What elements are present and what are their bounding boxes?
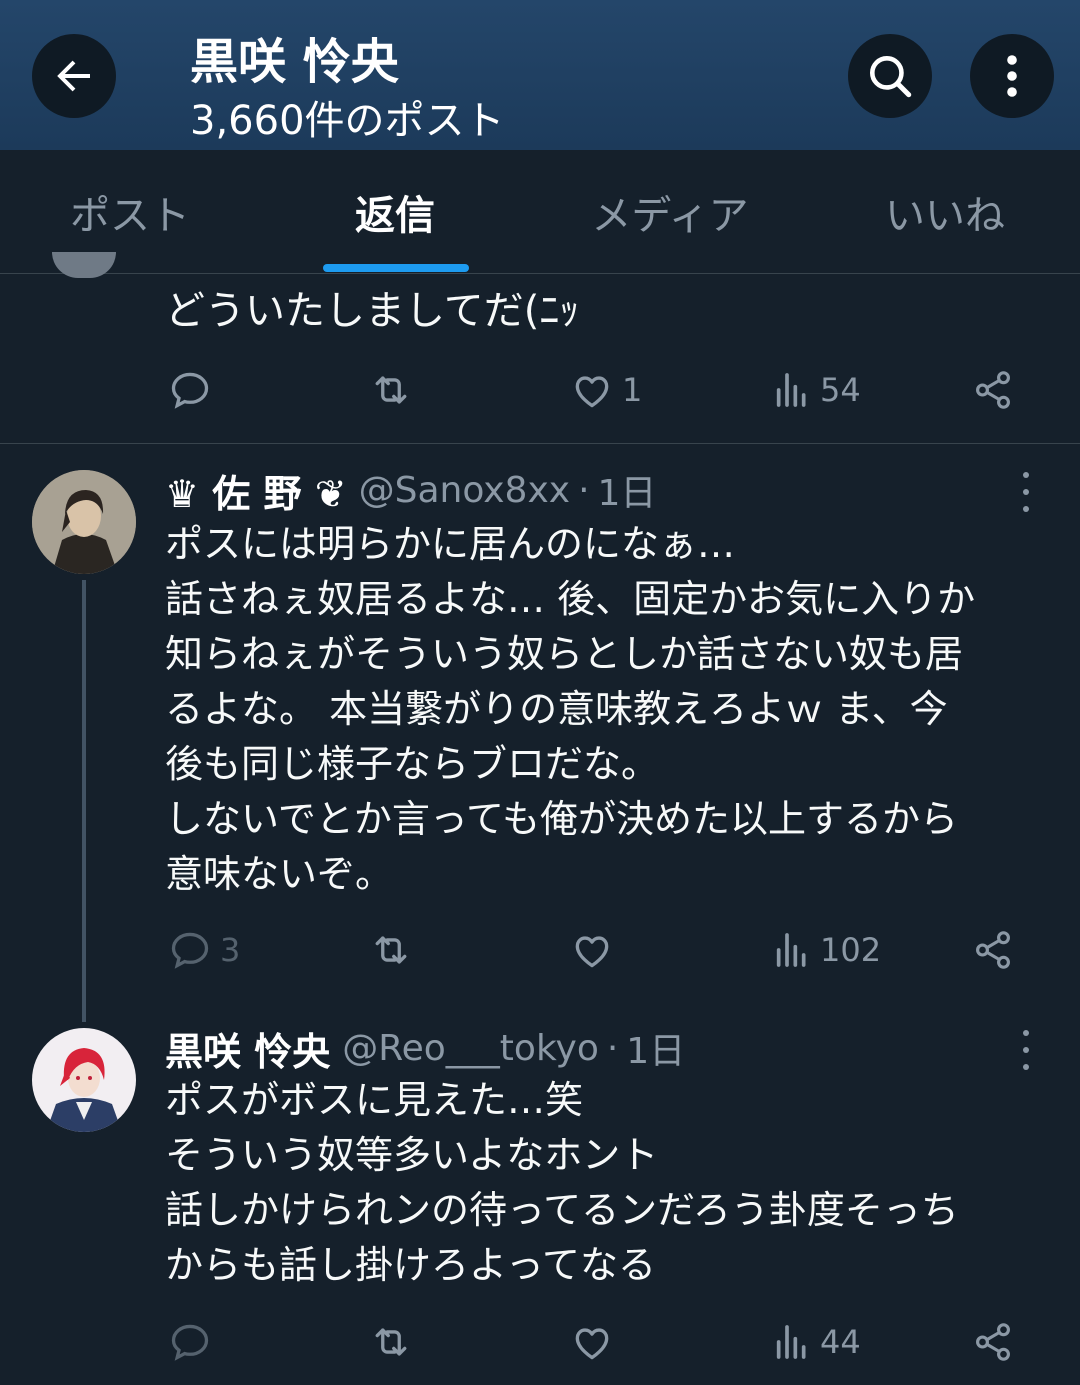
like-icon <box>575 936 609 968</box>
reply-button[interactable] <box>168 360 220 420</box>
like-icon <box>575 376 609 408</box>
view-count: 54 <box>820 371 861 409</box>
view-count: 102 <box>820 931 882 969</box>
like-button[interactable] <box>570 1312 622 1372</box>
profile-header: 黒咲 怜央 3,660件のポスト <box>0 0 1080 150</box>
repost-icon <box>375 376 407 404</box>
text-line: からも話し掛けろよってなる <box>165 1243 656 1287</box>
display-name[interactable]: 黒咲 怜央 <box>165 1021 330 1076</box>
separator: · <box>578 469 590 511</box>
text-line: 後も同じ様子ならブロだな。 <box>165 742 660 786</box>
post-text: どういたしましてだ(ﾆｯ <box>165 288 580 334</box>
post-header: ♛ 佐 野 ❦ @Sanox8xx · 1日 <box>165 463 657 518</box>
share-button[interactable] <box>972 360 1014 420</box>
repost-button[interactable] <box>368 920 414 980</box>
post-count: 3,660件のポスト <box>190 98 505 144</box>
profile-tabs: ポスト 返信 メディア いいね <box>0 150 1080 274</box>
more-vertical-icon <box>1007 55 1017 97</box>
post-actions: 44 <box>0 1312 1080 1372</box>
share-button[interactable] <box>972 1312 1014 1372</box>
repost-icon <box>375 936 407 964</box>
post-text: ポスには明らかに居んのになぁ… 話さねぇ奴居るよな… 後、固定かお気に入りか 知… <box>165 517 975 902</box>
post-date[interactable]: 1日 <box>626 1022 685 1074</box>
avatar[interactable] <box>32 1028 136 1132</box>
share-button[interactable] <box>972 920 1014 980</box>
more-horizontal-icon <box>1023 472 1029 478</box>
repost-button[interactable] <box>368 1312 414 1372</box>
reply-icon <box>171 372 209 409</box>
like-count: 1 <box>622 371 643 409</box>
post-date[interactable]: 1日 <box>598 464 657 516</box>
reply-button[interactable]: 3 <box>168 920 240 980</box>
display-name[interactable]: ♛ 佐 野 ❦ <box>165 463 347 518</box>
views-button[interactable]: 102 <box>772 920 881 980</box>
reply-icon <box>171 1324 209 1361</box>
repost-button[interactable] <box>368 360 414 420</box>
page-title: 黒咲 怜央 <box>190 34 399 90</box>
views-icon <box>776 1325 806 1359</box>
text-line: しないでとか言っても俺が決めた以上するから <box>165 797 959 841</box>
user-handle[interactable]: @Sanox8xx <box>359 470 570 511</box>
like-icon <box>575 1328 609 1360</box>
share-icon <box>976 931 1010 969</box>
post-actions: 3 102 <box>0 920 1080 980</box>
text-line: 話さねぇ奴居るよな… 後、固定かお気に入りか <box>165 577 976 621</box>
tab-media[interactable]: メディア <box>570 150 770 274</box>
view-count: 44 <box>820 1323 861 1361</box>
post-text: ポスがボスに見えた…笑 そういう奴等多いよなホント 話しかけられンの待ってるンだ… <box>165 1073 959 1293</box>
user-handle[interactable]: @Reo___tokyo <box>342 1028 599 1069</box>
share-icon <box>976 1323 1010 1361</box>
text-line: ポスには明らかに居んのになぁ… <box>165 522 736 566</box>
avatar[interactable] <box>32 470 136 574</box>
avatar[interactable] <box>52 252 116 278</box>
text-line: そういう奴等多いよなホント <box>165 1133 659 1177</box>
more-horizontal-icon <box>1023 1030 1029 1036</box>
text-line: ポスがボスに見えた…笑 <box>165 1078 584 1122</box>
post-divider <box>0 443 1080 444</box>
like-button[interactable] <box>570 920 622 980</box>
post-more-button[interactable] <box>1014 1030 1038 1070</box>
search-icon <box>870 56 912 98</box>
reply-button[interactable] <box>168 1312 220 1372</box>
search-button[interactable] <box>848 34 932 118</box>
post-more-button[interactable] <box>1014 472 1038 512</box>
reply-icon <box>171 932 209 969</box>
share-icon <box>976 371 1010 409</box>
tab-likes[interactable]: いいね <box>850 150 1040 274</box>
repost-icon <box>375 1328 407 1356</box>
separator: · <box>606 1027 619 1069</box>
like-button[interactable]: 1 <box>570 360 642 420</box>
views-button[interactable]: 44 <box>772 1312 861 1372</box>
back-arrow-icon <box>57 60 90 92</box>
back-button[interactable] <box>32 34 116 118</box>
tab-replies[interactable]: 返信 <box>300 150 490 274</box>
text-line: 知らねぇがそういう奴らとしか話さない奴も居 <box>165 632 964 676</box>
more-options-button[interactable] <box>970 34 1054 118</box>
reply-count: 3 <box>220 931 241 969</box>
text-line: 意味ないぞ。 <box>165 852 394 896</box>
text-line: るよな。 本当繋がりの意味教えろよｗ ま、今 <box>165 687 948 731</box>
text-line: 話しかけられンの待ってるンだろう卦度そっち <box>165 1188 959 1232</box>
views-icon <box>776 933 806 967</box>
active-tab-indicator <box>323 264 469 272</box>
views-icon <box>776 373 806 407</box>
post-header: 黒咲 怜央 @Reo___tokyo · 1日 <box>165 1021 685 1076</box>
post-actions: 1 54 <box>0 360 1080 420</box>
views-button[interactable]: 54 <box>772 360 861 420</box>
